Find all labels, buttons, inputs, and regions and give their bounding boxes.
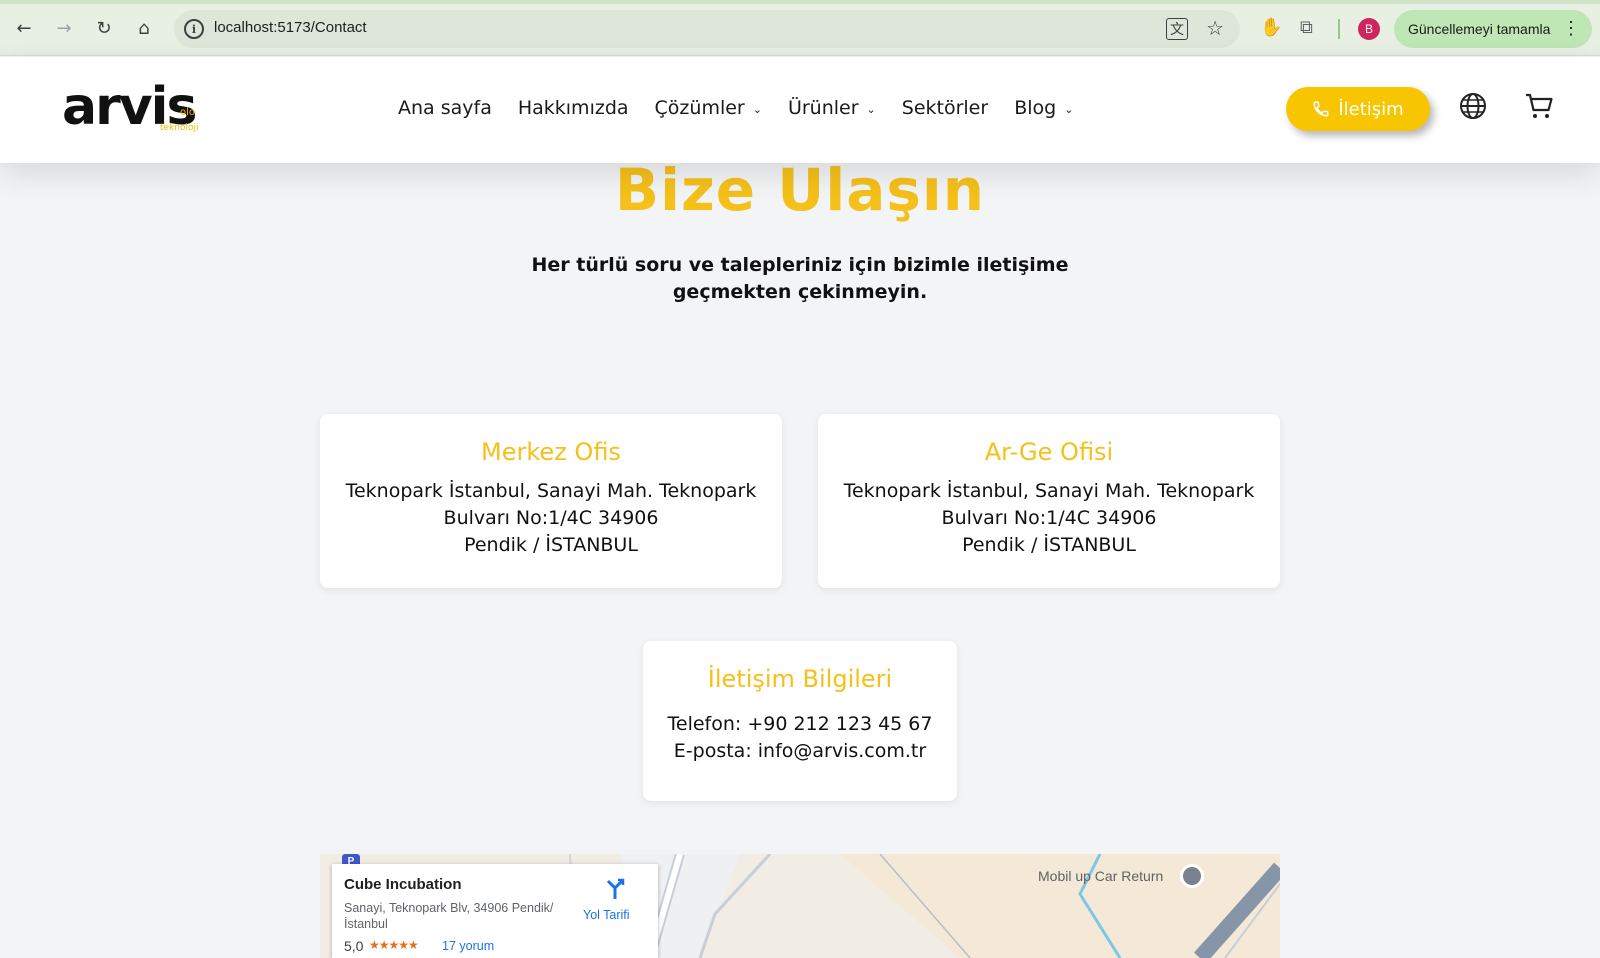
translate-icon[interactable]: 文: [1166, 18, 1188, 40]
nav-label: Sektörler: [901, 97, 989, 119]
map-place-card: Cube Incubation Sanayi, Teknopark Blv, 3…: [332, 864, 658, 958]
nav-label: Ana sayfa: [398, 97, 492, 119]
url-text[interactable]: localhost:5173/Contact: [214, 19, 367, 36]
contact-info-card: İletişim Bilgileri Telefon: +90 212 123 …: [643, 641, 957, 801]
directions-icon[interactable]: [604, 878, 626, 900]
map-poi-label: Mobil up Car Return: [1038, 868, 1164, 884]
map-pin-icon[interactable]: [1180, 864, 1204, 888]
contact-phone[interactable]: Telefon: +90 212 123 45 67: [643, 711, 957, 738]
profile-avatar[interactable]: B: [1358, 18, 1380, 40]
bookmark-star-icon[interactable]: ☆: [1206, 16, 1224, 40]
nav-label: Ürünler: [787, 97, 859, 119]
place-name[interactable]: Cube Incubation: [344, 876, 462, 893]
nav-item-cozumler[interactable]: Çözümler ⌄: [655, 97, 762, 119]
tab-strip-edge: [0, 0, 1600, 4]
extension-hand-icon[interactable]: ✋: [1260, 17, 1282, 38]
logo[interactable]: arvis olo teknoloji: [62, 77, 202, 141]
office-title: Merkez Ofis: [481, 438, 621, 466]
chevron-down-icon: ⌄: [866, 103, 876, 116]
office-address-line: Teknopark İstanbul, Sanayi Mah. Teknopar…: [345, 480, 757, 502]
contact-info-title: İletişim Bilgileri: [707, 665, 893, 693]
nav-item-hakkimizda[interactable]: Hakkımızda: [518, 97, 629, 119]
place-rating: 5,0: [344, 938, 364, 954]
nav-label: Blog: [1014, 97, 1057, 119]
toolbar-divider: [1338, 19, 1340, 39]
place-address: Sanayi, Teknopark Blv, 34906 Pendik/İsta…: [344, 901, 554, 931]
nav-item-ana-sayfa[interactable]: Ana sayfa: [398, 97, 492, 119]
rating-stars-icon: ★★★★★: [369, 938, 419, 952]
office-card-arge: Ar-Ge Ofisi Teknopark İstanbul, Sanayi M…: [818, 414, 1280, 588]
page-subtitle: Her türlü soru ve talepleriniz için bizi…: [531, 254, 1069, 303]
more-menu-icon[interactable]: ⋮: [1562, 18, 1580, 39]
reload-icon[interactable]: ↻: [90, 14, 118, 42]
nav-item-sektorler[interactable]: Sektörler: [902, 97, 988, 119]
office-address-line: Bulvarı No:1/4C 34906: [941, 507, 1157, 529]
back-icon[interactable]: ←: [10, 14, 38, 42]
update-button[interactable]: Güncellemeyi tamamla ⋮: [1394, 10, 1592, 48]
forward-icon[interactable]: →: [50, 14, 78, 42]
directions-label[interactable]: Yol Tarifi: [583, 908, 630, 922]
cart-icon[interactable]: [1524, 91, 1554, 121]
office-address-line: Pendik / İSTANBUL: [464, 534, 638, 556]
office-card-merkez: Merkez Ofis Teknopark İstanbul, Sanayi M…: [320, 414, 782, 588]
logo-sub: teknoloji: [160, 123, 199, 133]
address-bar[interactable]: i localhost:5173/Contact 文 ☆: [174, 10, 1240, 48]
office-title: Ar-Ge Ofisi: [984, 438, 1114, 466]
office-address-line: Bulvarı No:1/4C 34906: [443, 507, 659, 529]
nav-item-urunler[interactable]: Ürünler ⌄: [788, 97, 876, 119]
chevron-down-icon: ⌄: [1064, 103, 1074, 116]
main-nav: Ana sayfa Hakkımızda Çözümler ⌄ Ürünler ⌄ …: [398, 97, 1099, 119]
embedded-map[interactable]: P Cube Incubation Sanayi, Teknopark Blv,…: [320, 854, 1280, 958]
home-icon[interactable]: ⌂: [130, 14, 158, 42]
nav-label: Hakkımızda: [517, 97, 629, 119]
place-reviews-link[interactable]: 17 yorum: [442, 939, 494, 953]
contact-button-label: İletişim: [1338, 98, 1404, 120]
site-info-icon[interactable]: i: [184, 19, 204, 39]
page-title: Bize Ulaşın: [614, 156, 986, 224]
globe-icon[interactable]: [1458, 91, 1488, 121]
chevron-down-icon: ⌄: [752, 103, 762, 116]
extensions-puzzle-icon[interactable]: ⧉: [1300, 17, 1313, 38]
nav-item-blog[interactable]: Blog ⌄: [1014, 97, 1073, 119]
phone-icon: [1313, 101, 1329, 117]
browser-toolbar: ← → ↻ ⌂ i localhost:5173/Contact 文 ☆ ✋ ⧉…: [0, 0, 1600, 56]
nav-label: Çözümler: [654, 97, 745, 119]
contact-email[interactable]: E-posta: info@arvis.com.tr: [643, 738, 957, 765]
office-address-line: Teknopark İstanbul, Sanayi Mah. Teknopar…: [843, 480, 1255, 502]
site-header: arvis olo teknoloji Ana sayfa Hakkımızda…: [0, 57, 1600, 163]
office-address-line: Pendik / İSTANBUL: [962, 534, 1136, 556]
contact-button[interactable]: İletişim: [1286, 87, 1430, 131]
update-label: Güncellemeyi tamamla: [1408, 21, 1551, 37]
logo-sup: olo: [180, 107, 196, 118]
